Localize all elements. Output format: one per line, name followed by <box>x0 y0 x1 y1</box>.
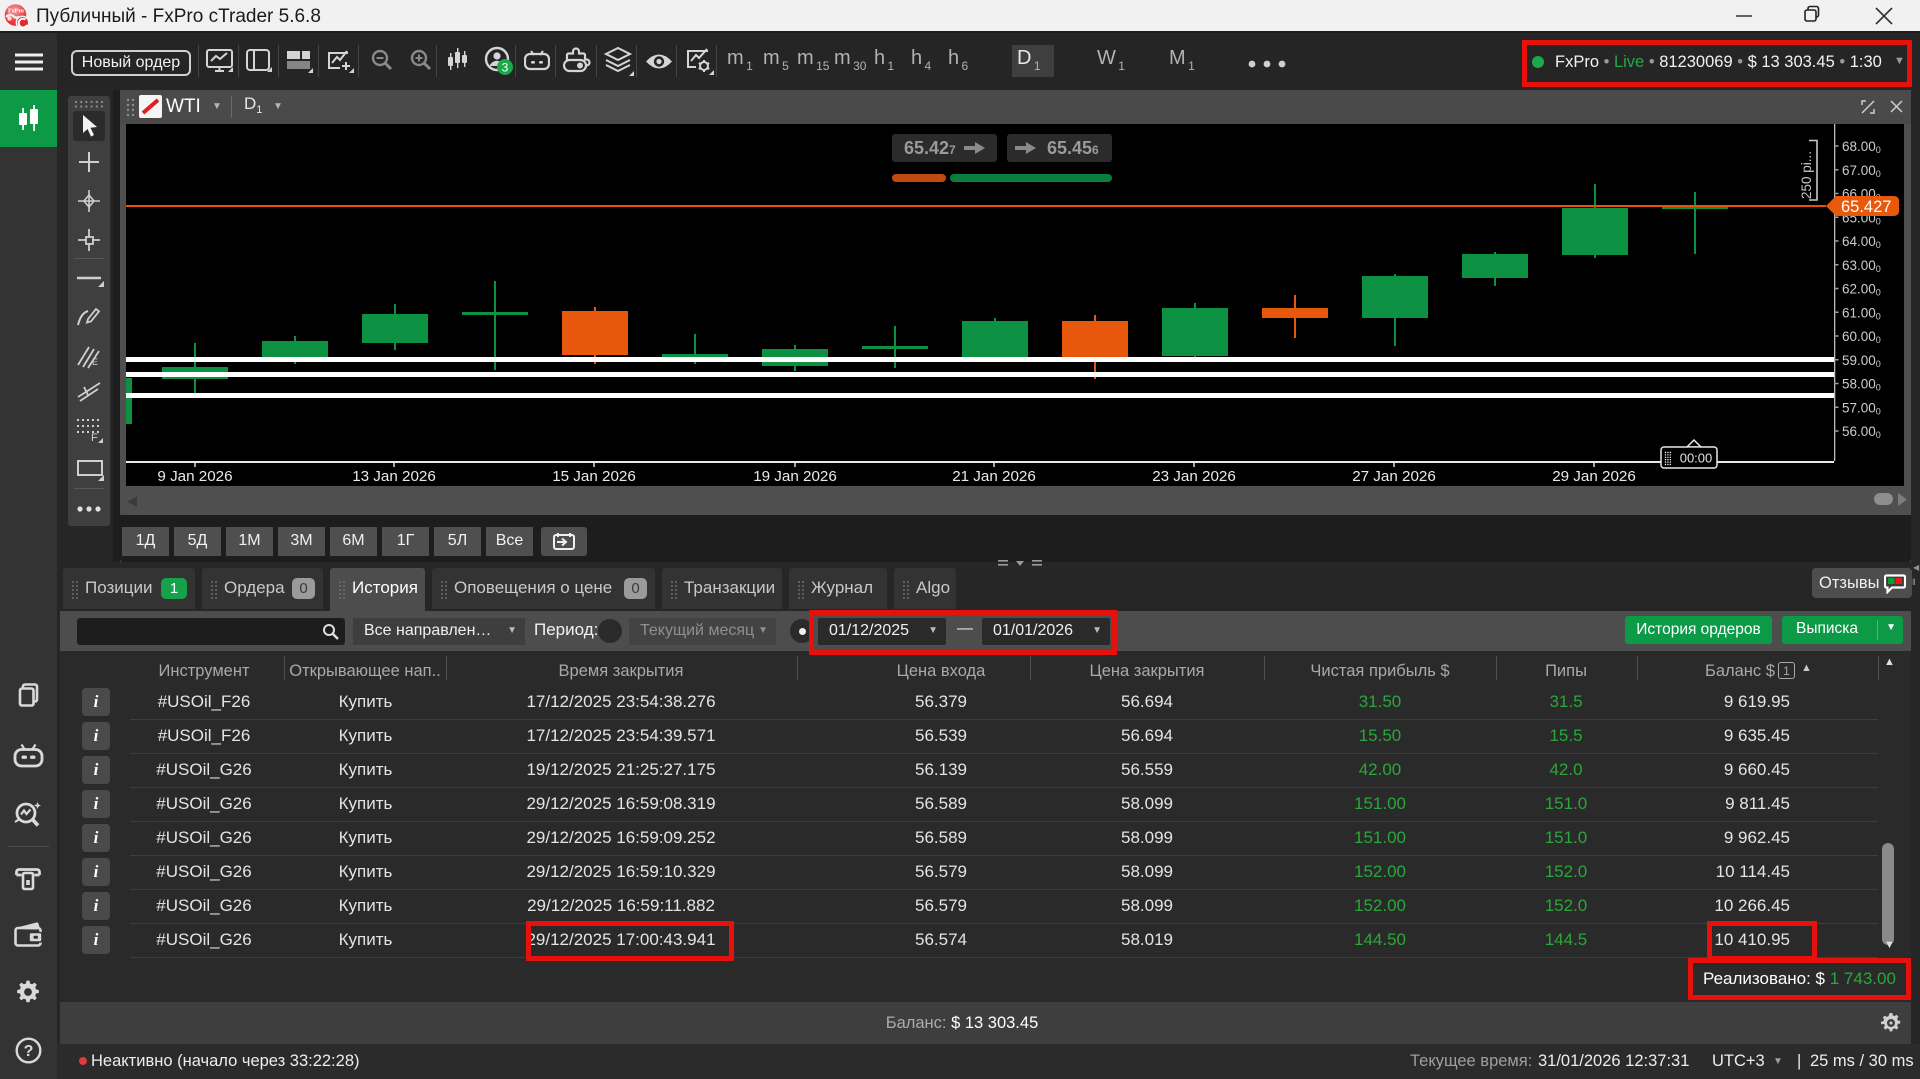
svg-text:00:00: 00:00 <box>1680 451 1713 466</box>
svg-text:56.000: 56.000 <box>1842 424 1881 440</box>
svg-text:FxPro: FxPro <box>8 9 24 15</box>
svg-text:19 Jan 2026: 19 Jan 2026 <box>753 468 837 485</box>
svg-text:63.000: 63.000 <box>1842 258 1881 274</box>
svg-text:68.000: 68.000 <box>1842 139 1881 155</box>
svg-text:3: 3 <box>502 61 509 75</box>
svg-text:250 pi...: 250 pi... <box>1799 151 1814 199</box>
svg-text:21 Jan 2026: 21 Jan 2026 <box>952 468 1036 485</box>
svg-text:57.000: 57.000 <box>1842 400 1881 416</box>
svg-text:67.000: 67.000 <box>1842 163 1881 179</box>
svg-text:F: F <box>91 432 98 443</box>
svg-text:?: ? <box>24 1043 34 1060</box>
svg-text:23 Jan 2026: 23 Jan 2026 <box>1152 468 1236 485</box>
svg-text:65.427: 65.427 <box>1841 198 1891 216</box>
svg-text:9 Jan 2026: 9 Jan 2026 <box>157 468 232 485</box>
svg-text:13 Jan 2026: 13 Jan 2026 <box>352 468 436 485</box>
svg-text:60.000: 60.000 <box>1842 329 1881 345</box>
svg-text:58.000: 58.000 <box>1842 377 1881 393</box>
svg-text:64.000: 64.000 <box>1842 234 1881 250</box>
svg-text:29 Jan 2026: 29 Jan 2026 <box>1552 468 1636 485</box>
svg-text:E: E <box>92 357 98 367</box>
svg-text:27 Jan 2026: 27 Jan 2026 <box>1352 468 1436 485</box>
svg-text:61.000: 61.000 <box>1842 305 1881 321</box>
svg-text:62.000: 62.000 <box>1842 282 1881 298</box>
svg-text:59.000: 59.000 <box>1842 353 1881 369</box>
svg-text:15 Jan 2026: 15 Jan 2026 <box>552 468 636 485</box>
